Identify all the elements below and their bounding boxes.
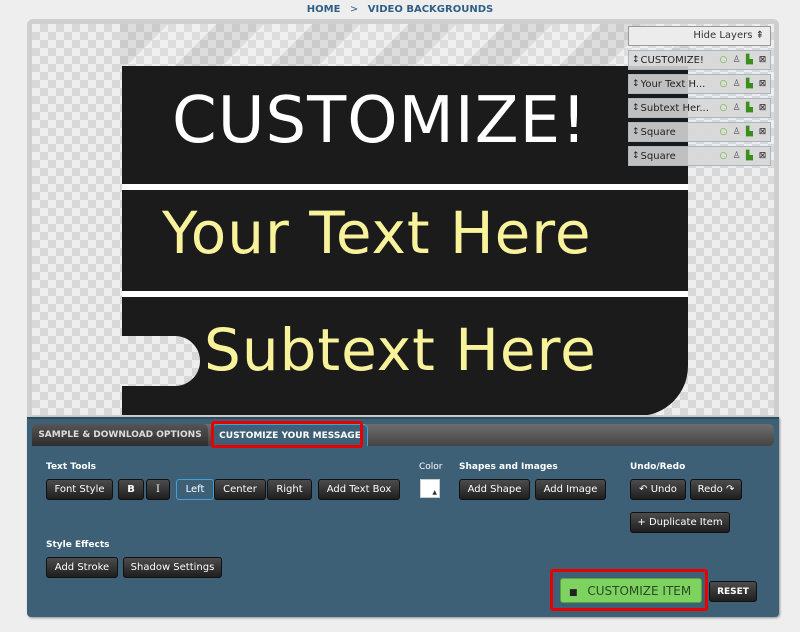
text-tools-label: Text Tools — [46, 462, 97, 472]
shadow-settings-button[interactable]: Shadow Settings — [123, 557, 222, 578]
plus-icon: + — [637, 517, 646, 528]
background-stripes — [120, 24, 690, 69]
divider-line-top — [122, 184, 688, 190]
layer-name: Square — [640, 126, 676, 138]
layer-item[interactable]: ↕ Square ○ ♙ ▙ ⊠ — [628, 146, 771, 166]
drag-handle-icon[interactable]: ↕ — [632, 55, 640, 65]
unlock-icon[interactable]: ▙ — [744, 103, 755, 113]
unlock-icon[interactable]: ▙ — [744, 55, 755, 65]
layer-name: CUSTOMIZE! — [640, 54, 704, 66]
tab-bar: SAMPLE & DOWNLOAD OPTIONS CUSTOMIZE YOUR… — [32, 424, 774, 446]
breadcrumb: HOME > VIDEO BACKGROUNDS — [0, 4, 800, 15]
breadcrumb-current[interactable]: VIDEO BACKGROUNDS — [368, 4, 493, 15]
customize-item-button[interactable]: ■ CUSTOMIZE ITEM — [560, 578, 702, 603]
user-icon[interactable]: ♙ — [731, 79, 742, 89]
drag-handle-icon[interactable]: ↕ — [632, 79, 640, 89]
duplicate-item-button[interactable]: + Duplicate Item — [630, 512, 730, 533]
tab-customize-message[interactable]: CUSTOMIZE YOUR MESSAGE — [212, 424, 368, 446]
layer-item[interactable]: ↕ CUSTOMIZE! ○ ♙ ▙ ⊠ — [628, 50, 771, 70]
visibility-icon[interactable]: ○ — [718, 151, 729, 161]
delete-icon[interactable]: ⊠ — [757, 127, 768, 137]
layer-name: Subtext Her... — [640, 102, 709, 114]
align-right-button[interactable]: Right — [267, 479, 312, 500]
delete-icon[interactable]: ⊠ — [757, 55, 768, 65]
undo-redo-label: Undo/Redo — [630, 462, 686, 472]
breadcrumb-home[interactable]: HOME — [307, 4, 341, 15]
add-image-button[interactable]: Add Image — [535, 479, 606, 500]
italic-button[interactable]: I — [146, 479, 170, 500]
redo-label: Redo — [697, 484, 723, 495]
redo-button[interactable]: Redo ↷ — [690, 479, 742, 500]
unlock-icon[interactable]: ▙ — [744, 127, 755, 137]
user-icon[interactable]: ♙ — [731, 127, 742, 137]
redo-icon: ↷ — [725, 484, 735, 495]
layer-name: Square — [640, 150, 676, 162]
color-picker[interactable]: ▲ — [420, 479, 440, 498]
user-icon[interactable]: ♙ — [731, 55, 742, 65]
align-left-button[interactable]: Left — [176, 479, 214, 500]
add-stroke-button[interactable]: Add Stroke — [46, 557, 118, 578]
undo-button[interactable]: ↶ Undo — [630, 479, 686, 500]
delete-icon[interactable]: ⊠ — [757, 79, 768, 89]
add-text-box-button[interactable]: Add Text Box — [318, 479, 400, 500]
dropdown-arrow-icon: ▲ — [432, 489, 437, 496]
hide-layers-button[interactable]: Hide Layers ⇞ — [628, 26, 771, 46]
style-effects-label: Style Effects — [46, 540, 110, 550]
layer-item[interactable]: ↕ Your Text H... ○ ♙ ▙ ⊠ — [628, 74, 771, 94]
user-icon[interactable]: ♙ — [731, 103, 742, 113]
drag-handle-icon[interactable]: ↕ — [632, 127, 640, 137]
visibility-icon[interactable]: ○ — [718, 55, 729, 65]
tab-sample-download[interactable]: SAMPLE & DOWNLOAD OPTIONS — [32, 424, 208, 446]
visibility-icon[interactable]: ○ — [718, 127, 729, 137]
customize-item-label: CUSTOMIZE ITEM — [587, 584, 692, 598]
reset-button[interactable]: RESET — [709, 581, 757, 602]
drag-handle-icon[interactable]: ↕ — [632, 103, 640, 113]
drag-handle-icon[interactable]: ↕ — [632, 151, 640, 161]
visibility-icon[interactable]: ○ — [718, 79, 729, 89]
unlock-icon[interactable]: ▙ — [744, 79, 755, 89]
bold-button[interactable]: B — [118, 479, 144, 500]
duplicate-label: Duplicate Item — [648, 517, 723, 528]
board-notch — [120, 336, 200, 386]
divider-line-bottom — [122, 291, 688, 297]
delete-icon[interactable]: ⊠ — [757, 103, 768, 113]
color-label: Color — [419, 462, 443, 472]
add-shape-button[interactable]: Add Shape — [459, 479, 530, 500]
layer-name: Your Text H... — [640, 78, 706, 90]
your-text-layer[interactable]: Your Text Here — [162, 199, 592, 267]
unlock-icon[interactable]: ▙ — [744, 151, 755, 161]
visibility-icon[interactable]: ○ — [718, 103, 729, 113]
layers-panel: Hide Layers ⇞ ↕ CUSTOMIZE! ○ ♙ ▙ ⊠ ↕ You… — [628, 26, 771, 166]
font-style-button[interactable]: Font Style — [46, 479, 113, 500]
user-icon[interactable]: ♙ — [731, 151, 742, 161]
shapes-images-label: Shapes and Images — [459, 462, 558, 472]
undo-icon: ↶ — [639, 484, 648, 495]
subtext-layer[interactable]: Subtext Here — [204, 316, 597, 384]
breadcrumb-separator: > — [349, 4, 359, 15]
layer-item[interactable]: ↕ Subtext Her... ○ ♙ ▙ ⊠ — [628, 98, 771, 118]
headline-text-layer[interactable]: CUSTOMIZE! — [172, 84, 588, 158]
align-center-button[interactable]: Center — [214, 479, 266, 500]
camera-icon: ■ — [569, 588, 578, 598]
hide-layers-label: Hide Layers — [693, 30, 753, 41]
undo-label: Undo — [650, 484, 677, 495]
collapse-icon: ⇞ — [755, 30, 764, 41]
layer-item[interactable]: ↕ Square ○ ♙ ▙ ⊠ — [628, 122, 771, 142]
delete-icon[interactable]: ⊠ — [757, 151, 768, 161]
